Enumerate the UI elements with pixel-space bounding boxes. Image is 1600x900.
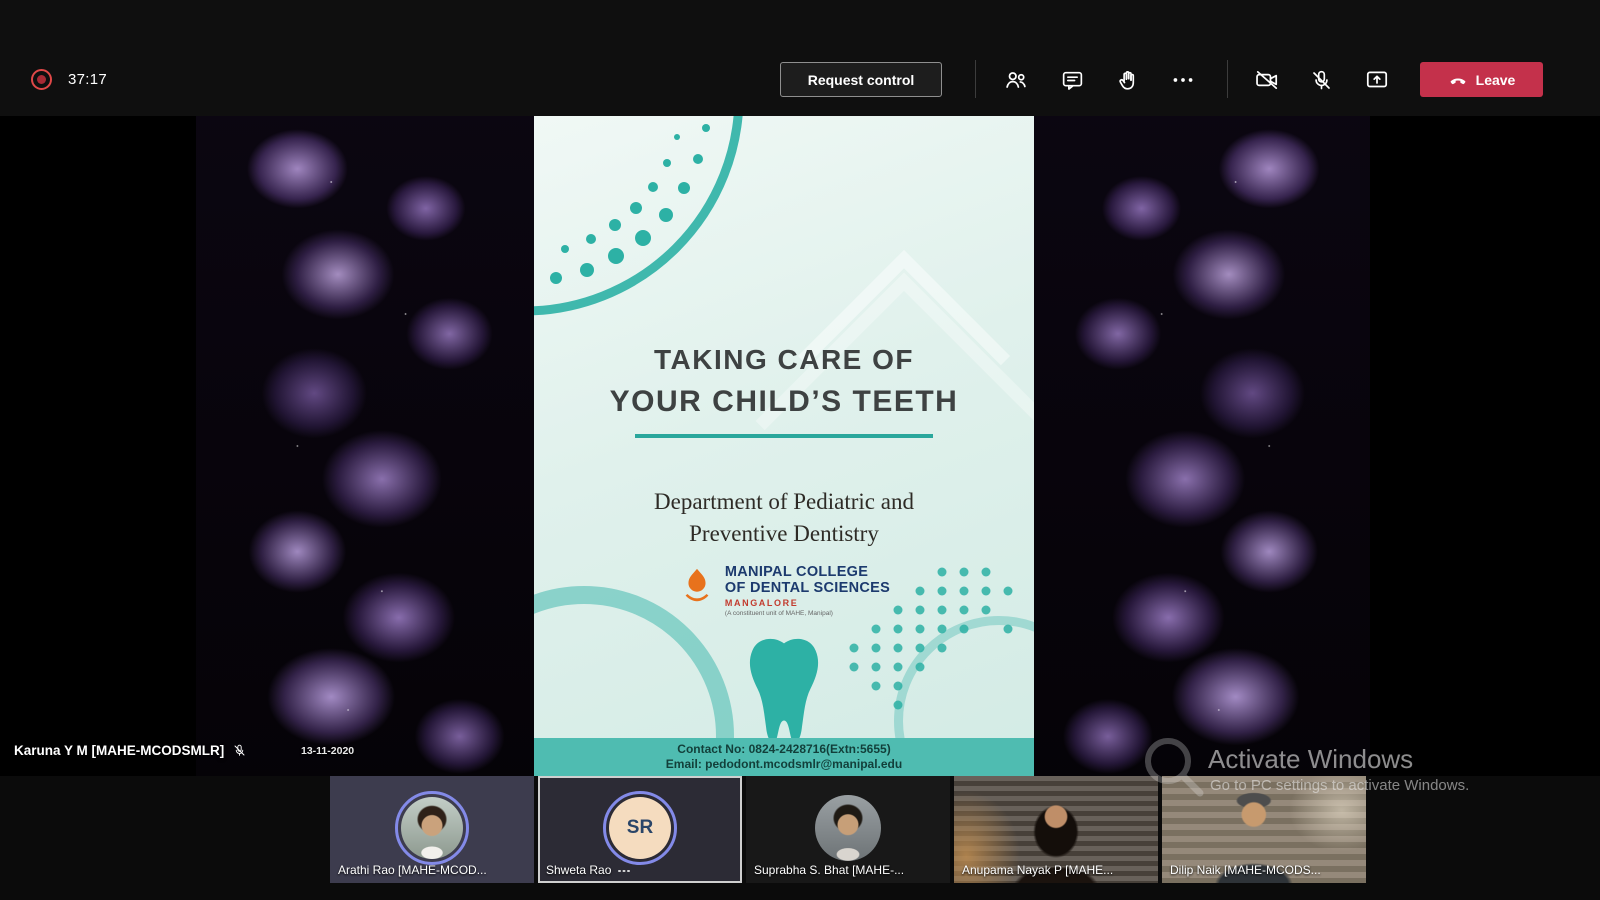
participants-icon[interactable] bbox=[1002, 66, 1030, 94]
college-name-line2: OF DENTAL SCIENCES bbox=[725, 580, 890, 596]
tile-name-label: Suprabha S. Bhat [MAHE-... bbox=[754, 863, 904, 877]
initials-avatar: SR bbox=[609, 797, 671, 859]
raise-hand-icon[interactable] bbox=[1114, 66, 1142, 94]
toolbar-divider bbox=[1227, 60, 1228, 98]
share-screen-icon[interactable] bbox=[1363, 66, 1391, 94]
participant-tile-suprabha[interactable]: Suprabha S. Bhat [MAHE-... bbox=[746, 776, 950, 883]
tile-name-label: Shweta Rao bbox=[546, 863, 611, 877]
phone-hangup-icon bbox=[1448, 70, 1468, 90]
more-options-icon[interactable] bbox=[1169, 66, 1197, 94]
activate-windows-watermark-line1: Activate Windows bbox=[1208, 744, 1413, 775]
slide-poster: TAKING CARE OF YOUR CHILD’S TEETH Depart… bbox=[534, 116, 1034, 776]
shared-screen-stage: TAKING CARE OF YOUR CHILD’S TEETH Depart… bbox=[0, 116, 1600, 776]
activate-windows-watermark-line2: Go to PC settings to activate Windows. bbox=[1210, 777, 1469, 794]
poster-department-line2: Preventive Dentistry bbox=[534, 518, 1034, 550]
presenter-name-text: Karuna Y M [MAHE-MCODSMLR] bbox=[14, 743, 224, 758]
chat-icon[interactable] bbox=[1058, 66, 1086, 94]
college-logo-block: MANIPAL COLLEGE OF DENTAL SCIENCES MANGA… bbox=[534, 564, 1034, 617]
tile-name-label: Arathi Rao [MAHE-MCOD... bbox=[338, 863, 487, 877]
participant-tile-arathi[interactable]: Arathi Rao [MAHE-MCOD... bbox=[330, 776, 534, 883]
tooth-graphic bbox=[740, 636, 828, 748]
teams-meeting-window: 37:17 Request control bbox=[0, 0, 1600, 900]
leave-button-label: Leave bbox=[1476, 72, 1516, 88]
avatar bbox=[401, 797, 463, 859]
meeting-timer: 37:17 bbox=[68, 71, 107, 88]
poster-title-underline bbox=[635, 434, 933, 438]
recording-indicator-icon bbox=[31, 69, 52, 90]
poster-dots-arc-decor bbox=[534, 116, 764, 326]
participant-tile-shweta[interactable]: SR Shweta Rao bbox=[538, 776, 742, 883]
tile-name-label: Anupama Nayak P [MAHE... bbox=[962, 863, 1113, 877]
toolbar-divider bbox=[975, 60, 976, 98]
leave-button[interactable]: Leave bbox=[1420, 62, 1543, 97]
avatar bbox=[815, 795, 881, 861]
poster-contact-email: Email: pedodont.mcodsmlr@manipal.edu bbox=[666, 757, 902, 772]
tile-name-label: Dilip Naik [MAHE-MCODS... bbox=[1170, 863, 1321, 877]
poster-department: Department of Pediatric and Preventive D… bbox=[534, 486, 1034, 550]
participants-strip: +71 E Arathi Rao [MAHE-MCOD... SR Shweta… bbox=[0, 776, 1600, 900]
mic-off-icon[interactable] bbox=[1307, 66, 1335, 94]
date-stamp: 13-11-2020 bbox=[301, 745, 354, 757]
slide-flower-panel-left bbox=[196, 116, 534, 776]
college-city: MANGALORE bbox=[725, 598, 890, 608]
magnifier-watermark-icon bbox=[1140, 733, 1210, 808]
poster-title-line2: YOUR CHILD’S TEETH bbox=[534, 385, 1034, 419]
tile-more-icon[interactable] bbox=[618, 870, 621, 873]
shared-slide: TAKING CARE OF YOUR CHILD’S TEETH Depart… bbox=[196, 116, 1370, 776]
poster-contact-phone: Contact No: 0824-2428716(Extn:5655) bbox=[677, 742, 890, 757]
poster-title-line1: TAKING CARE OF bbox=[534, 344, 1034, 376]
request-control-button[interactable]: Request control bbox=[780, 62, 942, 97]
speaking-ring bbox=[395, 791, 469, 865]
slide-flower-panel-right bbox=[1034, 116, 1370, 776]
participant-tile-anupama[interactable]: Anupama Nayak P [MAHE... bbox=[954, 776, 1158, 883]
meeting-top-bar: 37:17 Request control bbox=[0, 0, 1600, 116]
poster-contact-band: Contact No: 0824-2428716(Extn:5655) Emai… bbox=[534, 738, 1034, 776]
manipal-logo-icon bbox=[678, 564, 716, 608]
presenter-mic-off-icon bbox=[232, 743, 247, 758]
presenter-name-label: Karuna Y M [MAHE-MCODSMLR] bbox=[14, 743, 247, 758]
speaking-ring: SR bbox=[603, 791, 677, 865]
college-subline: (A constituent unit of MAHE, Manipal) bbox=[725, 610, 890, 617]
college-name-line1: MANIPAL COLLEGE bbox=[725, 564, 890, 580]
poster-department-line1: Department of Pediatric and bbox=[534, 486, 1034, 518]
poster-title: TAKING CARE OF YOUR CHILD’S TEETH bbox=[534, 344, 1034, 438]
camera-off-icon[interactable] bbox=[1253, 66, 1281, 94]
